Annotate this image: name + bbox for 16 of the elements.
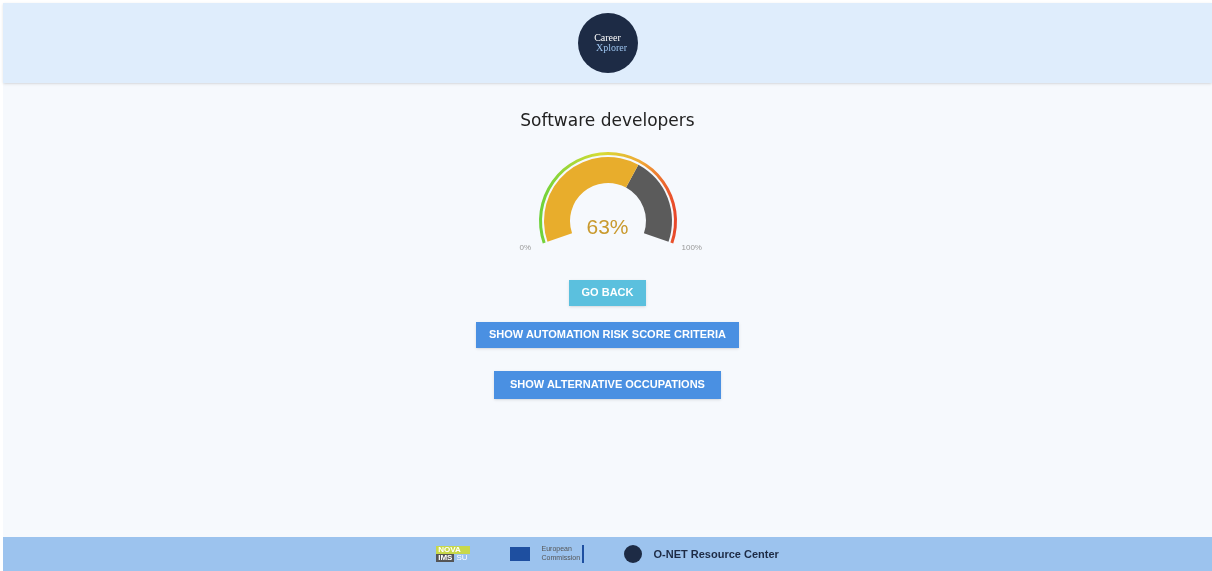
action-button[interactable]: SHOW ALTERNATIVE OCCUPATIONS xyxy=(494,370,721,399)
back-button[interactable]: GO BACK xyxy=(568,279,647,306)
logo-text: Career xyxy=(594,33,621,43)
gauge-value: 63% xyxy=(585,213,630,240)
flag-icon xyxy=(509,547,530,561)
gauge-max-label: 100% xyxy=(681,241,702,254)
globe-icon xyxy=(623,545,642,563)
occupation-title: Software developers xyxy=(520,109,695,132)
logo-text: IMS xyxy=(436,554,455,562)
logo-text: Xplorer xyxy=(595,43,628,53)
logo-text: NOVA xyxy=(436,546,470,554)
resource-center-text: O-NET Resource Center xyxy=(653,546,779,562)
logo[interactable]: Career Xplorer xyxy=(577,13,638,73)
gauge-min-label: 0% xyxy=(519,241,532,254)
logo-text: SU xyxy=(455,554,469,562)
action-button[interactable]: SHOW AUTOMATION RISK SCORE CRITERIA xyxy=(476,321,739,348)
